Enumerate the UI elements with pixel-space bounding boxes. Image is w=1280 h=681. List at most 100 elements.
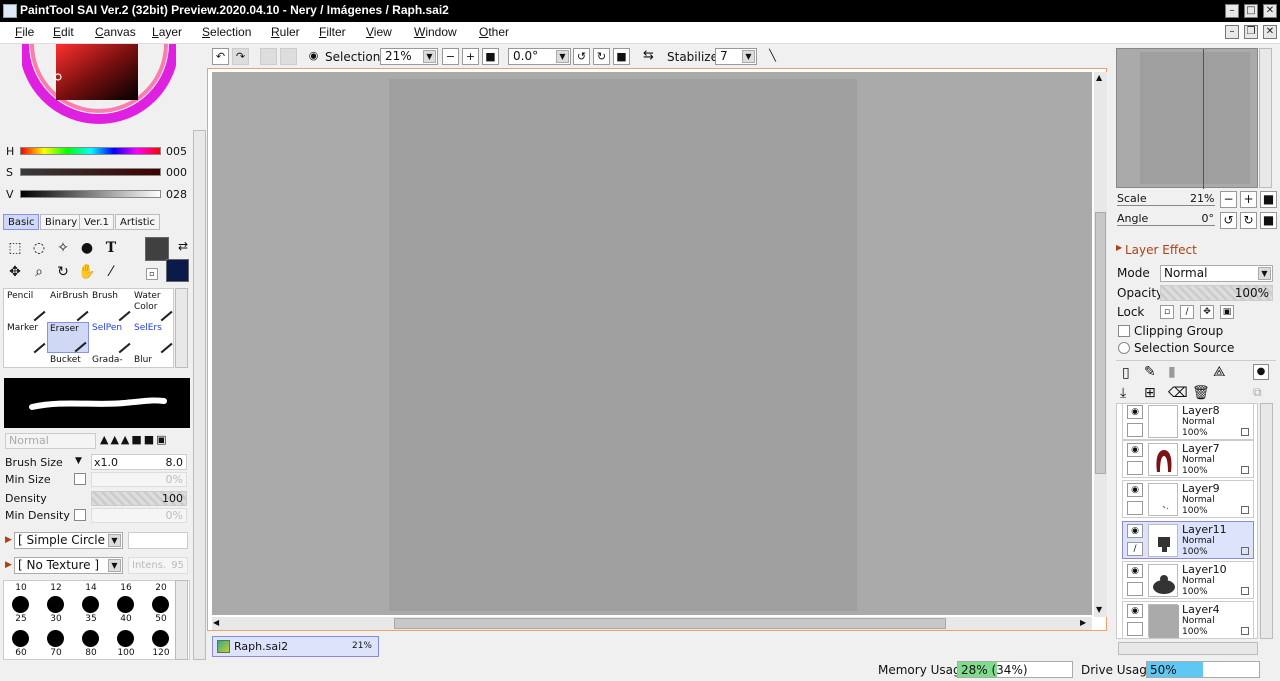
layer-list-scrollbar[interactable] (1260, 403, 1273, 639)
layer-effect-label[interactable]: Layer Effect (1125, 243, 1197, 257)
angle-ccw-button[interactable]: ↺ (1220, 212, 1237, 229)
artboard[interactable] (389, 79, 857, 611)
brush-selpen[interactable]: SelPen (90, 322, 132, 354)
text-tool-icon[interactable]: T (101, 238, 121, 258)
brush-size-dot[interactable] (117, 630, 134, 647)
doc-restore-button[interactable]: ❐ (1244, 25, 1258, 39)
layer-pen-toggle[interactable] (1127, 501, 1143, 515)
shape-expand-icon[interactable]: ▶ (5, 535, 12, 545)
layer-effect-expand-icon[interactable]: ▶ (1116, 243, 1122, 252)
brush-selers[interactable]: SelErs (132, 322, 174, 354)
min-density-slider[interactable]: 0% (91, 508, 187, 523)
angle-cw-button[interactable]: ↻ (1240, 212, 1257, 229)
menu-window[interactable]: Window (414, 25, 457, 39)
eyedropper-icon[interactable]: ⁄ (101, 262, 121, 282)
layer-mode-dropdown-icon[interactable]: ▼ (1258, 267, 1271, 280)
brush-size-preset-label[interactable]: 10 (9, 583, 33, 593)
brush-eraser[interactable]: Eraser (47, 322, 89, 353)
lock-transparency-icon[interactable]: ▫ (1160, 305, 1174, 319)
brush-size-preset-label[interactable]: 70 (44, 648, 68, 658)
zoom-select[interactable]: 21% ▼ (380, 48, 438, 65)
selection-visibility-icon[interactable]: ◉ (305, 48, 322, 65)
menu-view[interactable]: View (366, 25, 392, 39)
layer-lock-icon[interactable] (1241, 428, 1249, 436)
scroll-down-icon[interactable]: ▼ (1096, 605, 1102, 614)
brush-size-dot[interactable] (47, 630, 64, 647)
layer-visibility-icon[interactable]: ◉ (1127, 405, 1143, 419)
move-icon[interactable]: ✥ (5, 262, 25, 282)
scroll-right-icon[interactable]: ▶ (1080, 618, 1086, 627)
scale-reset-button[interactable]: ■ (1260, 191, 1277, 208)
magic-wand-icon[interactable]: ✧ (53, 238, 73, 258)
vertical-scroll-thumb[interactable] (1095, 212, 1106, 474)
layer-row[interactable]: ◉ Layer10 Normal 100% (1122, 561, 1254, 599)
scale-up-button[interactable]: + (1240, 191, 1257, 208)
brush-shape-selector[interactable]: ▲▲▲■■▣ (100, 433, 188, 449)
brush-shape-dropdown-icon[interactable]: ▼ (108, 534, 121, 547)
navigator-scrollbar[interactable] (1259, 48, 1272, 188)
new-pen-layer-icon[interactable]: ✎ (1144, 364, 1156, 380)
layer-row[interactable]: ◉ ∕ Layer11 Normal 100% (1122, 521, 1254, 559)
layer-visibility-icon[interactable]: ◉ (1127, 524, 1143, 538)
primary-color-swatch[interactable] (145, 237, 169, 261)
layer-pen-toggle[interactable] (1127, 622, 1143, 636)
layer-effect-icon[interactable]: ⟁ (1213, 364, 1226, 380)
zoom-dropdown-icon[interactable]: ▼ (423, 50, 436, 63)
merge-down-icon[interactable]: ⊞ (1144, 385, 1156, 401)
brush-marker[interactable]: Marker (5, 322, 47, 354)
opacity-slider[interactable]: 100% (1160, 285, 1273, 301)
brush-size-expand-icon[interactable]: ▼ (75, 456, 82, 466)
brush-size-dot[interactable] (47, 596, 64, 613)
rotate-right-button[interactable]: ↻ (593, 48, 610, 65)
menu-ruler[interactable]: Ruler (271, 25, 300, 39)
brush-airbrush[interactable]: AirBrush (48, 290, 90, 322)
brush-blur[interactable]: Blur (132, 354, 174, 368)
menu-layer[interactable]: Layer (152, 25, 182, 39)
menu-other[interactable]: Other (479, 25, 509, 39)
layer-lock-icon[interactable] (1241, 587, 1249, 595)
layer-pen-toggle[interactable] (1127, 461, 1143, 475)
layer-mode-select[interactable]: Normal ▼ (1160, 265, 1273, 282)
lock-move-icon[interactable]: ✥ (1200, 305, 1214, 319)
deselect-button[interactable] (260, 48, 277, 65)
zoom-out-button[interactable]: − (442, 48, 459, 65)
layer-mask-icon[interactable]: ● (1253, 364, 1269, 380)
tab-binary[interactable]: Binary (40, 214, 83, 230)
tab-basic[interactable]: Basic (3, 214, 40, 230)
brush-size-preset-label[interactable]: 60 (9, 648, 33, 658)
brush-gradation[interactable]: Grada- (90, 354, 132, 368)
brush-size-preset-label[interactable]: 14 (79, 583, 103, 593)
lasso-icon[interactable]: ◌ (29, 238, 49, 258)
angle-slider[interactable] (1117, 225, 1215, 226)
delete-layer-icon[interactable]: 🗑 (1192, 385, 1210, 401)
brush-grid-scrollbar[interactable] (175, 288, 188, 368)
brush-size-dot[interactable] (152, 630, 169, 647)
angle-reset-button[interactable]: ■ (1260, 212, 1277, 229)
min-size-checkbox[interactable] (74, 473, 86, 485)
doc-minimize-button[interactable]: – (1225, 25, 1239, 39)
brush-size-preset-label[interactable]: 25 (9, 614, 33, 624)
layer-visibility-icon[interactable]: ◉ (1127, 483, 1143, 497)
selection-source-radio[interactable] (1118, 342, 1130, 354)
brush-size-multiplier[interactable]: x1.0 (94, 456, 118, 469)
maximize-button[interactable]: □ (1244, 4, 1258, 18)
straight-line-icon[interactable]: ╲ (764, 48, 781, 65)
new-layer-icon[interactable]: ▯ (1122, 365, 1130, 381)
layer-list-h-scrollbar[interactable] (1118, 642, 1258, 655)
layer-lock-icon[interactable] (1241, 627, 1249, 635)
new-folder-icon[interactable]: ▮ (1168, 364, 1176, 380)
brush-size-dot[interactable] (117, 596, 134, 613)
brush-pencil[interactable]: Pencil (5, 290, 47, 322)
menu-edit[interactable]: Edit (53, 25, 74, 39)
texture-intensity[interactable]: Intens. 95 (128, 557, 188, 574)
scroll-up-icon[interactable]: ▲ (1096, 73, 1102, 82)
brush-watercolor[interactable]: Water Color (132, 290, 174, 322)
scale-down-button[interactable]: − (1220, 191, 1237, 208)
rotation-select[interactable]: 0.0° ▼ (508, 48, 571, 65)
menu-file[interactable]: File (15, 25, 34, 39)
hand-icon[interactable]: ✋ (77, 262, 97, 282)
brush-size-preset-label[interactable]: 80 (79, 648, 103, 658)
rotation-dropdown-icon[interactable]: ▼ (556, 50, 569, 63)
layer-row[interactable]: ◉ Layer9 Normal 100% (1122, 480, 1254, 518)
document-tab[interactable]: Raph.sai2 21% (212, 636, 379, 657)
